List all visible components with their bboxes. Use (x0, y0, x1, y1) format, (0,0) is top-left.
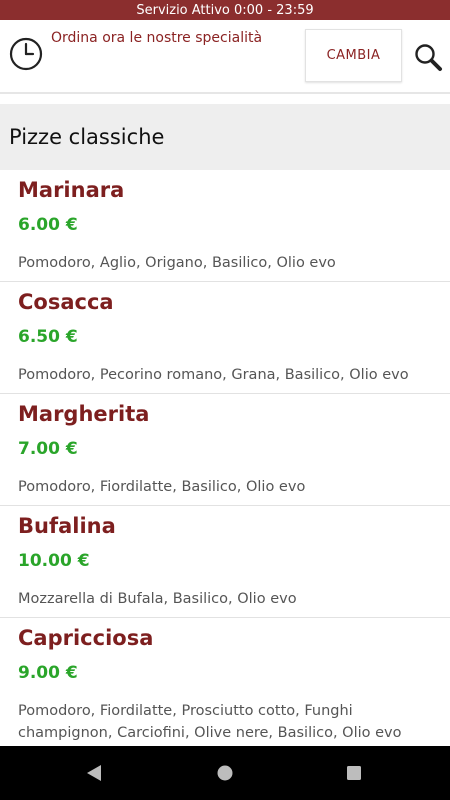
item-price: 9.00 € (18, 663, 78, 683)
category-header: Pizze classiche (0, 104, 450, 170)
item-ingredients: Pomodoro, Fiordilatte, Prosciutto cotto,… (18, 703, 402, 741)
navigation-bar (0, 746, 450, 800)
item-name: Margherita (18, 402, 150, 426)
item-price: 6.50 € (18, 327, 78, 347)
status-bar: Servizio Attivo 0:00 - 23:59 (0, 0, 450, 20)
item-ingredients: Mozzarella di Bufala, Basilico, Olio evo (18, 591, 297, 607)
menu-item[interactable]: Margherita 7.00 € Pomodoro, Fiordilatte,… (0, 394, 450, 506)
item-ingredients: Pomodoro, Aglio, Origano, Basilico, Olio… (18, 255, 336, 271)
home-button[interactable] (195, 746, 255, 800)
item-ingredients: Pomodoro, Pecorino romano, Grana, Basili… (18, 367, 409, 383)
item-name: Cosacca (18, 290, 114, 314)
item-name: Capricciosa (18, 626, 154, 650)
service-hours-text: Servizio Attivo 0:00 - 23:59 (136, 2, 314, 18)
header-divider (0, 92, 450, 94)
item-price: 6.00 € (18, 215, 78, 235)
change-button[interactable]: CAMBIA (305, 29, 402, 82)
search-icon[interactable] (413, 42, 443, 72)
clock-icon (9, 37, 43, 71)
item-name: Marinara (18, 178, 125, 202)
back-icon (87, 765, 101, 781)
menu-item[interactable]: Cosacca 6.50 € Pomodoro, Pecorino romano… (0, 282, 450, 394)
menu-list: Marinara 6.00 € Pomodoro, Aglio, Origano… (0, 170, 450, 746)
home-icon (217, 765, 233, 781)
back-button[interactable] (64, 746, 124, 800)
menu-item[interactable]: Capricciosa 9.00 € Pomodoro, Fiordilatte… (0, 618, 450, 746)
item-ingredients: Pomodoro, Fiordilatte, Basilico, Olio ev… (18, 479, 306, 495)
menu-item[interactable]: Bufalina 10.00 € Mozzarella di Bufala, B… (0, 506, 450, 618)
item-price: 10.00 € (18, 551, 90, 571)
promo-text: Ordina ora le nostre specialità (51, 30, 263, 46)
item-price: 7.00 € (18, 439, 78, 459)
header: Ordina ora le nostre specialità CAMBIA (0, 20, 450, 92)
recent-apps-icon (347, 766, 361, 780)
recent-apps-button[interactable] (324, 746, 384, 800)
category-title: Pizze classiche (9, 125, 165, 149)
menu-item[interactable]: Marinara 6.00 € Pomodoro, Aglio, Origano… (0, 170, 450, 282)
item-name: Bufalina (18, 514, 116, 538)
